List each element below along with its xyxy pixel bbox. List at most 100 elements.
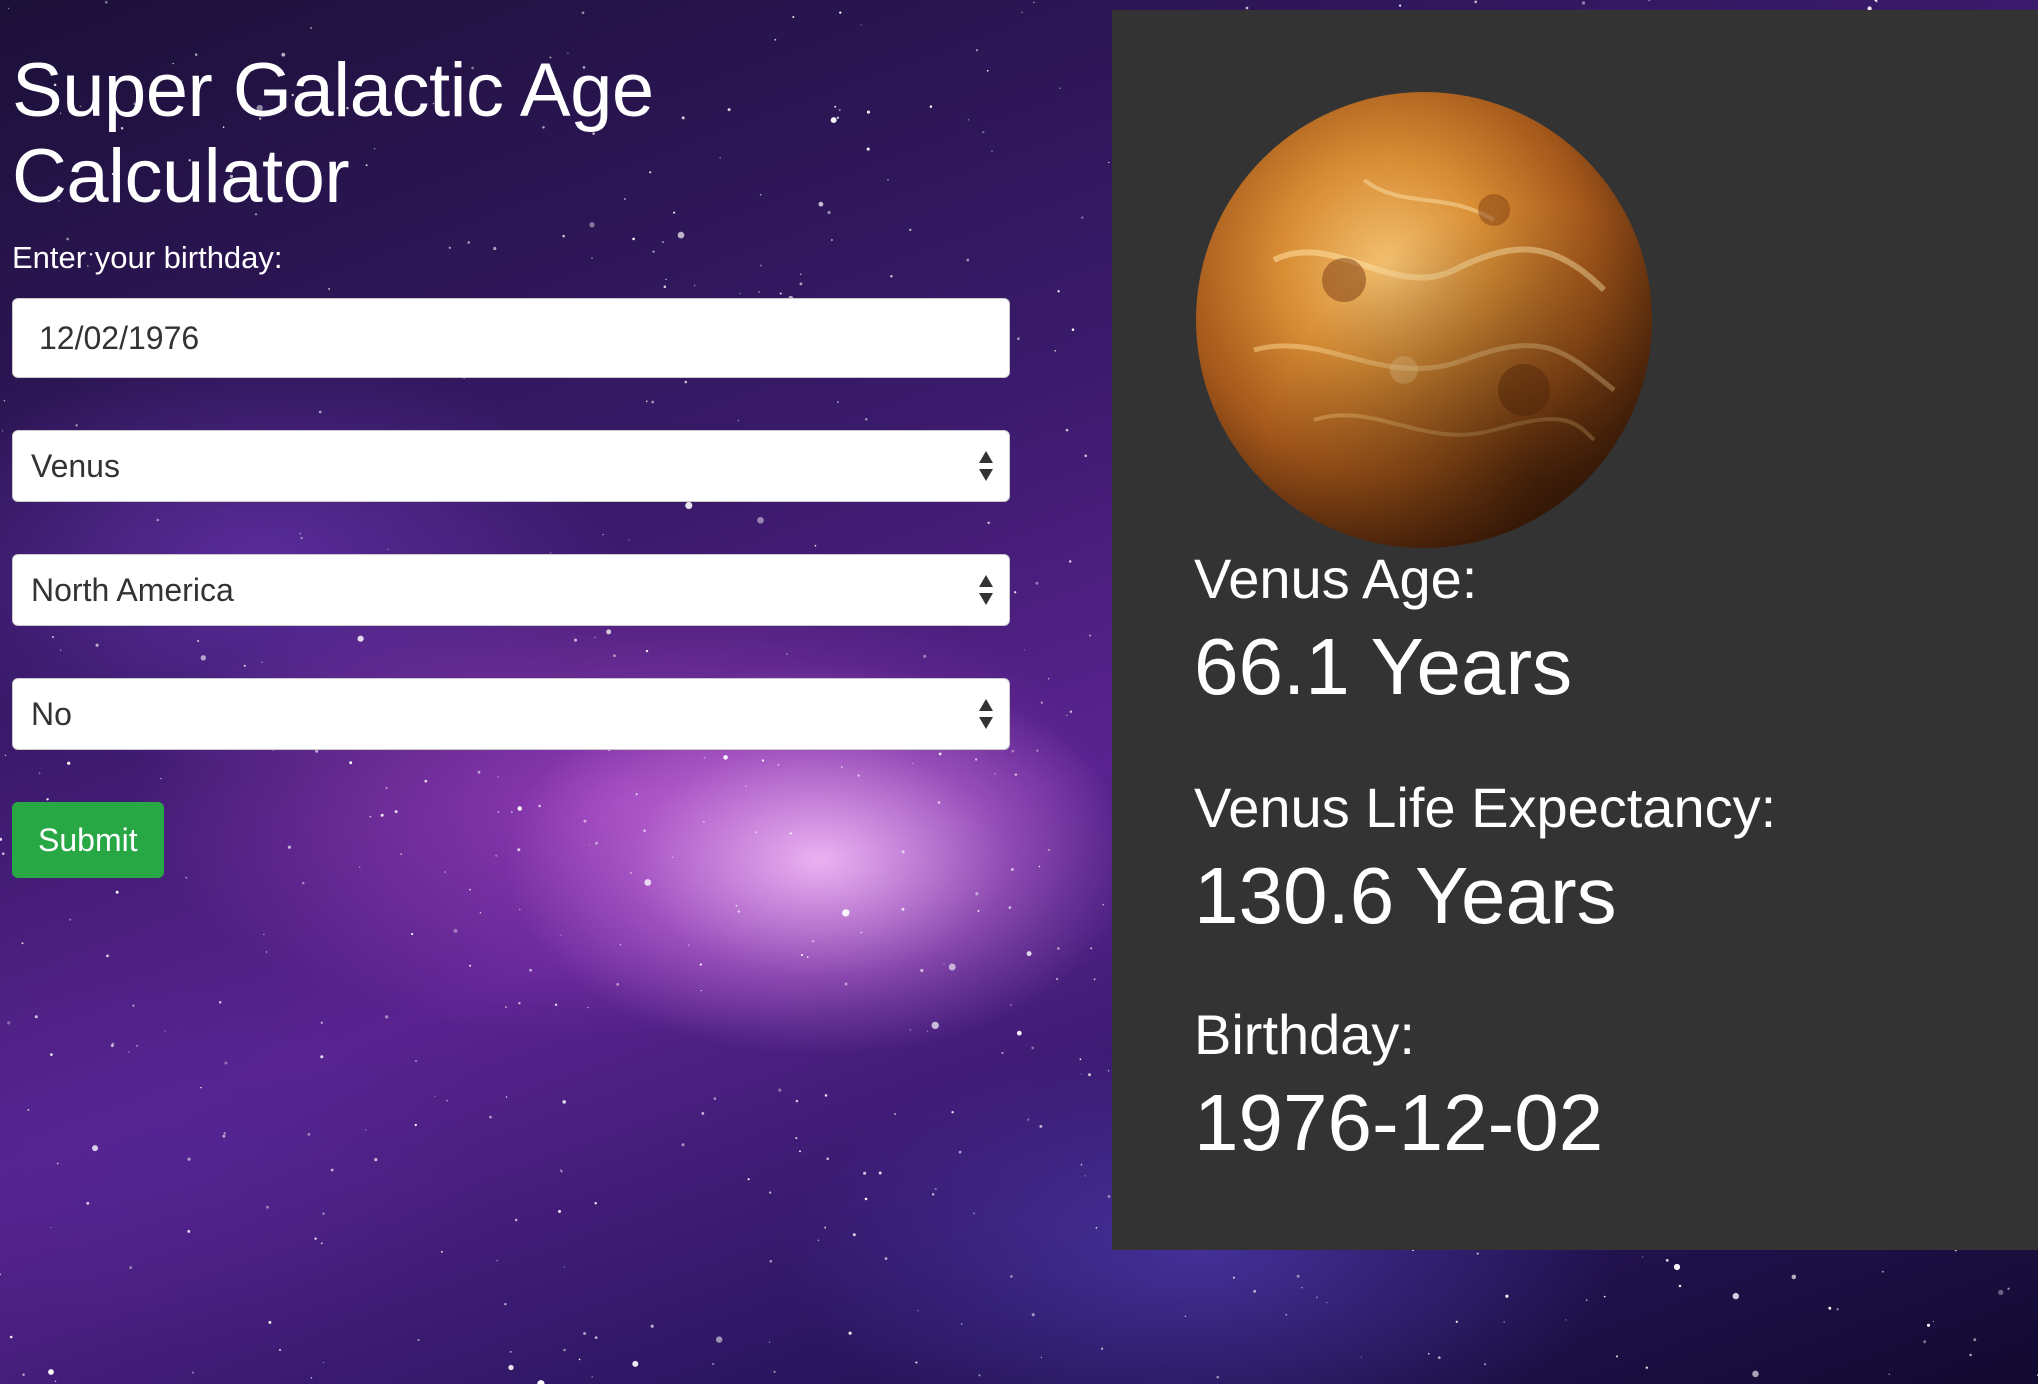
star bbox=[320, 1021, 323, 1024]
star bbox=[1095, 1226, 1098, 1229]
star bbox=[1023, 649, 1025, 651]
star bbox=[1565, 1319, 1567, 1321]
star bbox=[563, 1348, 566, 1352]
star bbox=[1089, 634, 1092, 637]
star bbox=[417, 1338, 420, 1342]
star bbox=[934, 1188, 937, 1191]
star bbox=[132, 1004, 135, 1007]
star bbox=[824, 1094, 828, 1097]
star bbox=[0, 837, 3, 841]
star bbox=[1107, 1070, 1110, 1072]
select-arrows-icon bbox=[979, 451, 993, 481]
star bbox=[1732, 1292, 1739, 1300]
star bbox=[7, 7, 10, 10]
star bbox=[960, 1322, 963, 1326]
star bbox=[1066, 714, 1068, 716]
star bbox=[1232, 1276, 1235, 1279]
star bbox=[1040, 1356, 1043, 1358]
birthday-prompt-label: Enter your birthday: bbox=[12, 240, 283, 275]
star bbox=[778, 1088, 782, 1092]
star bbox=[826, 1157, 829, 1161]
star bbox=[1021, 11, 1023, 14]
star bbox=[187, 1229, 191, 1233]
star bbox=[798, 1150, 802, 1153]
star bbox=[301, 881, 305, 885]
yes-no-select[interactable]: No bbox=[12, 678, 1010, 750]
star bbox=[1088, 1073, 1091, 1077]
star bbox=[562, 1100, 567, 1104]
star bbox=[560, 1170, 563, 1173]
star bbox=[1585, 1299, 1588, 1302]
birthday-result-value: 1976-12-02 bbox=[1194, 1078, 1604, 1167]
star bbox=[263, 933, 265, 936]
star bbox=[1836, 1308, 1839, 1311]
star bbox=[594, 1202, 597, 1205]
star bbox=[681, 1143, 685, 1147]
star bbox=[1055, 977, 1059, 981]
star bbox=[554, 1003, 558, 1006]
birthday-input[interactable] bbox=[12, 298, 1010, 378]
star bbox=[1031, 1046, 1035, 1050]
submit-button[interactable]: Submit bbox=[12, 802, 164, 878]
star bbox=[863, 1171, 867, 1175]
star bbox=[943, 963, 945, 965]
star bbox=[164, 1030, 166, 1032]
star bbox=[688, 944, 690, 946]
star bbox=[975, 892, 979, 896]
star bbox=[712, 1362, 715, 1366]
star bbox=[54, 1380, 57, 1383]
star bbox=[901, 907, 905, 911]
star bbox=[1033, 1, 1035, 4]
star bbox=[812, 940, 815, 943]
star bbox=[1998, 1289, 2004, 1296]
star bbox=[509, 1351, 512, 1353]
star bbox=[848, 1331, 852, 1335]
star bbox=[1026, 951, 1032, 957]
star bbox=[115, 890, 119, 894]
star bbox=[1079, 1058, 1082, 1061]
star bbox=[792, 15, 795, 19]
star bbox=[489, 1115, 492, 1119]
star bbox=[650, 1324, 654, 1328]
region-select-value: North America bbox=[31, 571, 234, 608]
star bbox=[1245, 6, 1249, 10]
star bbox=[128, 1051, 130, 1053]
star bbox=[50, 1226, 52, 1229]
star bbox=[1016, 1030, 1022, 1036]
star bbox=[894, 1113, 897, 1116]
results-panel: Venus Age: 66.1 Years Venus Life Expecta… bbox=[1112, 10, 2038, 1250]
star bbox=[852, 1233, 856, 1237]
star bbox=[1484, 1363, 1487, 1366]
star bbox=[1069, 710, 1073, 714]
star bbox=[1648, 0, 1651, 2]
planet-select[interactable]: Venus bbox=[12, 430, 1010, 502]
star bbox=[1216, 1375, 1220, 1379]
star bbox=[581, 11, 585, 15]
star bbox=[735, 904, 738, 907]
star bbox=[434, 1095, 436, 1098]
star bbox=[1065, 428, 1069, 432]
star bbox=[1059, 87, 1061, 89]
star bbox=[1678, 1284, 1682, 1288]
star bbox=[320, 1055, 324, 1059]
star bbox=[374, 1158, 378, 1162]
star bbox=[504, 1006, 507, 1009]
star bbox=[86, 1201, 90, 1205]
star bbox=[191, 1371, 195, 1374]
star bbox=[1932, 1320, 1934, 1323]
star bbox=[920, 968, 924, 973]
star bbox=[842, 909, 850, 917]
region-select[interactable]: North America bbox=[12, 554, 1010, 626]
star bbox=[505, 1096, 508, 1098]
star bbox=[518, 908, 521, 911]
star bbox=[774, 38, 777, 41]
star bbox=[1926, 1323, 1931, 1327]
star bbox=[701, 1111, 705, 1115]
star bbox=[310, 26, 313, 29]
star bbox=[278, 1348, 282, 1351]
star bbox=[22, 1373, 25, 1377]
star bbox=[926, 1030, 929, 1032]
star bbox=[268, 1320, 272, 1324]
star bbox=[559, 1169, 562, 1171]
star bbox=[307, 1132, 311, 1136]
